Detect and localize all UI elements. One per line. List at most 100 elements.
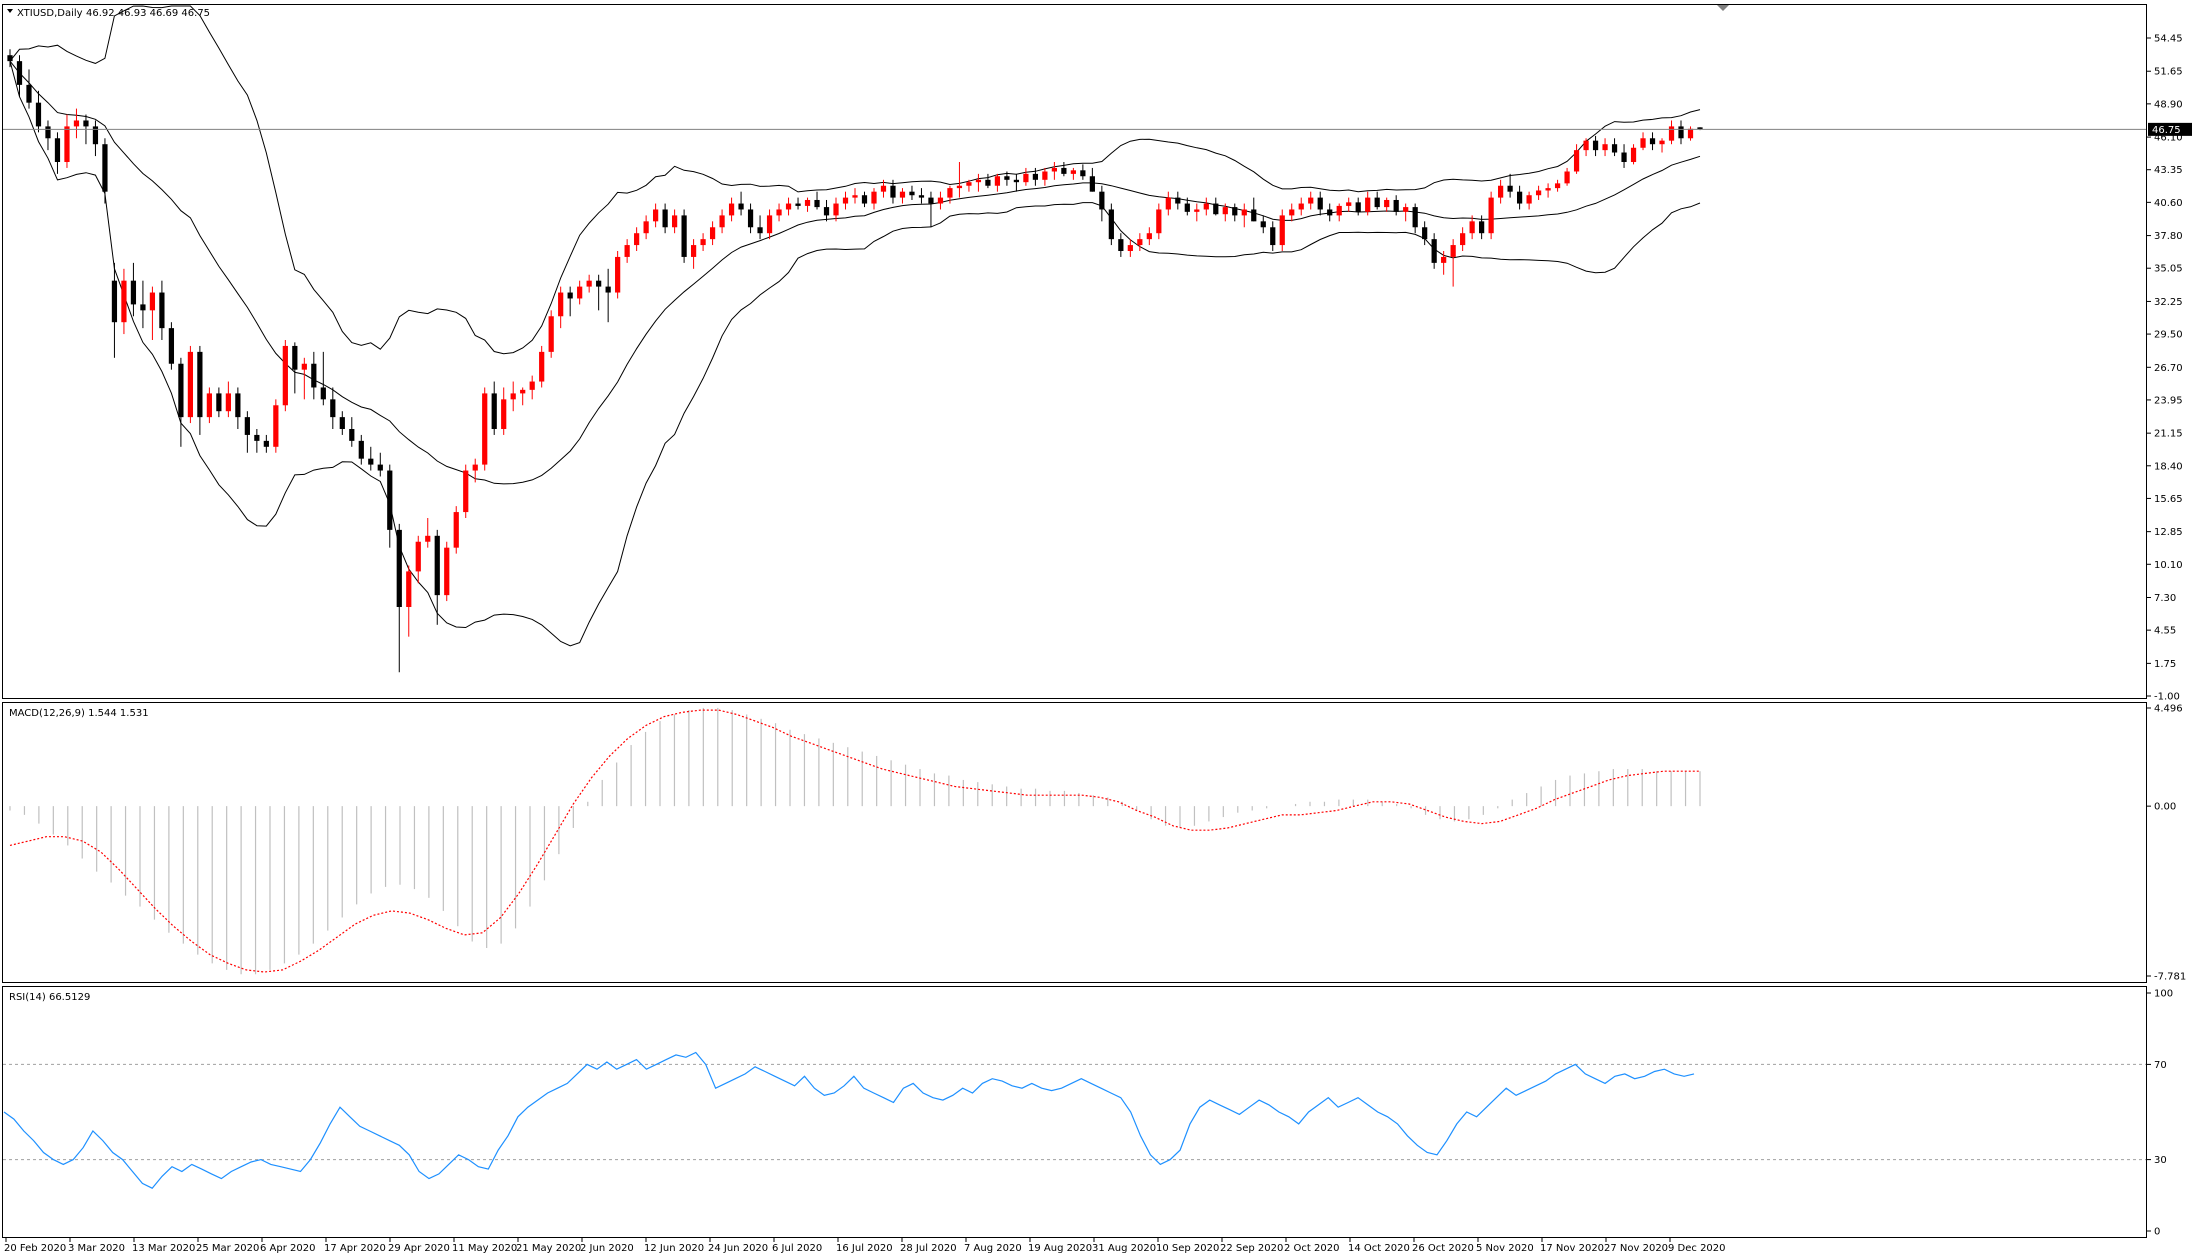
candle bbox=[187, 345, 194, 424]
candle-body bbox=[520, 389, 526, 394]
candle-body bbox=[1032, 173, 1039, 180]
candle-body bbox=[73, 120, 80, 127]
candle-body bbox=[728, 203, 735, 216]
candle-body bbox=[292, 345, 298, 370]
price-tick-label: 12.85 bbox=[2154, 527, 2183, 538]
candle-body bbox=[1089, 176, 1095, 192]
candle-body bbox=[64, 126, 70, 163]
candle-body bbox=[1516, 191, 1523, 204]
candle-body bbox=[596, 280, 602, 287]
candle-body bbox=[339, 417, 345, 430]
candle-body bbox=[928, 197, 934, 204]
candle-body bbox=[747, 209, 754, 228]
candle-body bbox=[159, 292, 165, 329]
candle-body bbox=[178, 363, 184, 418]
candle-body bbox=[634, 233, 640, 246]
candle-body bbox=[1630, 147, 1637, 163]
candle-body bbox=[1611, 144, 1618, 153]
candle-body bbox=[358, 440, 364, 459]
candle-body bbox=[709, 227, 716, 240]
price-pane[interactable] bbox=[2, 4, 2147, 699]
candle-body bbox=[1573, 150, 1580, 172]
candle-body bbox=[1678, 126, 1684, 139]
candle-body bbox=[187, 351, 194, 418]
candle-body bbox=[197, 351, 203, 418]
macd-tick-label: 4.496 bbox=[2154, 704, 2183, 715]
candle-body bbox=[1460, 233, 1466, 246]
candle-body bbox=[510, 393, 516, 400]
candle-body bbox=[1412, 207, 1418, 228]
candle-body bbox=[890, 185, 896, 198]
candle-body bbox=[643, 221, 649, 234]
time-tick-label: 28 Jul 2020 bbox=[900, 1243, 957, 1254]
candle-body bbox=[567, 292, 573, 299]
candle-body bbox=[1222, 207, 1228, 215]
candle bbox=[1488, 191, 1494, 240]
rsi-pane[interactable] bbox=[2, 986, 2147, 1238]
candle-body bbox=[880, 185, 887, 192]
candle-body bbox=[985, 179, 991, 186]
time-tick-label: 10 Sep 2020 bbox=[1156, 1243, 1219, 1254]
candle-body bbox=[434, 535, 440, 596]
candle-body bbox=[1403, 207, 1409, 212]
time-tick-label: 26 Oct 2020 bbox=[1412, 1243, 1474, 1254]
candle-body bbox=[615, 256, 621, 293]
candle-body bbox=[1374, 197, 1380, 208]
candle-body bbox=[1668, 126, 1675, 141]
candle-body bbox=[1365, 197, 1371, 212]
price-tick-label: 40.60 bbox=[2154, 198, 2183, 209]
time-tick-label: 6 Apr 2020 bbox=[260, 1243, 315, 1254]
candle-body bbox=[1507, 185, 1513, 192]
candle-body bbox=[26, 84, 32, 103]
candle-body bbox=[1526, 195, 1532, 204]
candle-body bbox=[1289, 209, 1295, 216]
candle bbox=[453, 506, 459, 554]
price-tick-label: -1.00 bbox=[2154, 692, 2180, 703]
ohlc-readout: 46.92 46.93 46.69 46.75 bbox=[86, 8, 210, 19]
time-tick-label: 6 Jul 2020 bbox=[772, 1243, 822, 1254]
candle-body bbox=[282, 345, 288, 406]
candle-body bbox=[757, 227, 763, 234]
candle-body bbox=[1080, 170, 1086, 177]
time-tick-label: 9 Dec 2020 bbox=[1668, 1243, 1726, 1254]
candle-body bbox=[1203, 203, 1209, 210]
candle-body bbox=[1260, 221, 1266, 228]
time-tick-label: 17 Nov 2020 bbox=[1540, 1243, 1604, 1254]
time-tick-label: 22 Sep 2020 bbox=[1220, 1243, 1283, 1254]
candle bbox=[539, 345, 545, 388]
macd-pane[interactable] bbox=[2, 702, 2147, 983]
candle-body bbox=[320, 387, 326, 400]
candle-body bbox=[785, 203, 792, 210]
candle-body bbox=[842, 197, 849, 204]
candle-body bbox=[1336, 205, 1342, 216]
price-tick-label: 10.10 bbox=[2154, 560, 2183, 571]
candle-body bbox=[444, 547, 450, 596]
candle-body bbox=[102, 144, 108, 192]
candle-body bbox=[795, 203, 801, 206]
candle-body bbox=[1146, 233, 1152, 240]
candle-body bbox=[168, 328, 175, 364]
candle-body bbox=[1441, 256, 1447, 263]
candle-body bbox=[586, 280, 592, 287]
price-tick-label: 29.50 bbox=[2154, 330, 2183, 341]
candle-body bbox=[1535, 190, 1542, 196]
candle-body bbox=[1479, 221, 1485, 234]
candle-body bbox=[1450, 245, 1456, 257]
candle-body bbox=[558, 292, 564, 317]
candle-body bbox=[263, 440, 269, 447]
candle-body bbox=[235, 393, 241, 418]
macd-axis: 4.496 0.00 -7.781 bbox=[2147, 704, 2186, 983]
candle-body bbox=[121, 280, 127, 323]
candle-body bbox=[1194, 209, 1200, 212]
candle-body bbox=[937, 197, 944, 204]
candle-body bbox=[852, 195, 858, 198]
candle-body bbox=[766, 215, 773, 234]
symbol-label: XTIUSD,Daily bbox=[17, 8, 83, 19]
current-price-tag: 46.75 bbox=[2148, 122, 2192, 136]
candle-body bbox=[311, 363, 317, 388]
candle-body bbox=[16, 61, 23, 85]
time-tick-label: 3 Mar 2020 bbox=[68, 1243, 125, 1254]
candle-body bbox=[1498, 185, 1504, 198]
candle-body bbox=[1004, 176, 1010, 180]
candle-body bbox=[35, 102, 42, 127]
